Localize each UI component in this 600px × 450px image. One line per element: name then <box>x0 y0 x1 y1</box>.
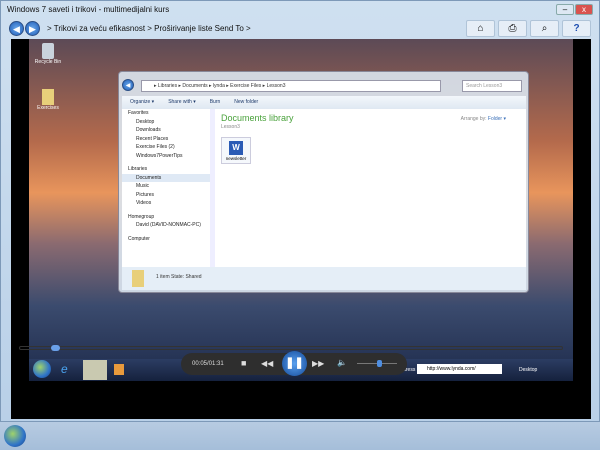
new-folder-button[interactable]: New folder <box>234 99 258 105</box>
nav-item[interactable]: Recent Places <box>122 135 210 144</box>
windows-taskbar <box>0 422 600 450</box>
desktop-toolbar[interactable]: Desktop <box>519 367 537 373</box>
seek-handle[interactable] <box>51 345 60 351</box>
library-title: Documents library <box>221 113 294 123</box>
desktop-icon-recycle-bin: Recycle Bin <box>33 43 63 65</box>
nav-item[interactable]: Exercise Files (2) <box>122 143 210 152</box>
rewind-button[interactable]: ◀◀ <box>261 359 273 368</box>
volume-handle[interactable] <box>377 360 382 367</box>
explorer-search-input[interactable]: Search Lesson3 <box>462 80 522 92</box>
nav-computer[interactable]: Computer <box>122 235 210 244</box>
address-input[interactable]: http://www.lynda.com/ <box>417 364 502 374</box>
close-button[interactable]: x <box>575 4 593 15</box>
icon-label: Recycle Bin <box>34 59 62 65</box>
back-button[interactable]: ◀ <box>9 21 24 36</box>
explorer-toolbar: Organize ▾ Share with ▾ Burn New folder <box>122 96 526 109</box>
burn-button[interactable]: Burn <box>210 99 221 105</box>
folder-icon <box>42 89 54 105</box>
file-name: newsletter <box>225 156 247 161</box>
status-text: 1 item State: Shared <box>156 274 202 280</box>
breadcrumb: > Trikovi za veću efikasnost > Proširiva… <box>47 24 251 33</box>
minimize-button[interactable]: – <box>556 4 574 15</box>
seek-bar[interactable] <box>19 345 563 351</box>
folder-icon <box>132 270 144 287</box>
nav-item[interactable]: Downloads <box>122 126 210 135</box>
nav-item[interactable]: Pictures <box>122 191 210 200</box>
player-controls: 00:05/01:31 ■ ◀◀ ❚❚ ▶▶ 🔈 <box>181 351 407 376</box>
explorer-address-bar[interactable]: ▸ Libraries ▸ Documents ▸ lynda ▸ Exerci… <box>141 80 441 92</box>
nav-item[interactable]: Windows7PowerTips <box>122 152 210 161</box>
file-item[interactable]: Wnewsletter <box>221 137 251 164</box>
media-player-icon[interactable] <box>114 364 124 375</box>
nav-favorites[interactable]: Favorites <box>122 109 210 118</box>
nav-item[interactable]: Music <box>122 182 210 191</box>
recycle-bin-icon <box>42 43 54 59</box>
library-subtitle: Lesson3 <box>221 124 240 130</box>
nav-homegroup[interactable]: Homegroup <box>122 213 210 222</box>
icon-label: Exercises <box>37 105 59 111</box>
navigation-pane: Favorites Desktop Downloads Recent Place… <box>122 109 210 267</box>
explorer-window: ◀ ▸ Libraries ▸ Documents ▸ lynda ▸ Exer… <box>118 71 529 293</box>
arrange-value[interactable]: Folder ▾ <box>488 116 506 122</box>
file-area: Documents library Lesson3 Arrange by: Fo… <box>215 109 526 267</box>
explorer-back-button[interactable]: ◀ <box>122 79 134 91</box>
volume-icon[interactable]: 🔈 <box>337 358 347 367</box>
video-desktop: Recycle Bin Exercises ◀ ▸ Libraries ▸ Do… <box>29 39 573 381</box>
nav-item[interactable]: David (DAVID-NONMAC-PC) <box>122 221 210 230</box>
ie-icon[interactable]: e <box>61 362 68 376</box>
nav-libraries[interactable]: Libraries <box>122 165 210 174</box>
fast-forward-button[interactable]: ▶▶ <box>312 359 324 368</box>
nav-item-documents[interactable]: Documents <box>122 173 210 182</box>
volume-slider[interactable] <box>357 360 397 367</box>
organize-button[interactable]: Organize ▾ <box>130 99 154 105</box>
share-with-button[interactable]: Share with ▾ <box>168 99 196 105</box>
nav-item[interactable]: Desktop <box>122 118 210 127</box>
time-display: 00:05/01:31 <box>192 361 224 367</box>
home-icon[interactable]: ⌂ <box>466 20 495 37</box>
stop-button[interactable]: ■ <box>241 358 246 368</box>
app-window: Windows 7 saveti i trikovi - multimedija… <box>0 0 600 422</box>
status-bar: 1 item State: Shared <box>122 267 526 290</box>
explorer-taskbar-icon[interactable] <box>83 360 107 380</box>
search-icon[interactable]: ⌕ <box>530 20 559 37</box>
nav-item[interactable]: Videos <box>122 199 210 208</box>
forward-button[interactable]: ▶ <box>25 21 40 36</box>
arrange-by[interactable]: Arrange by: Folder ▾ <box>461 116 506 122</box>
nav-bar: ◀ ▶ > Trikovi za veću efikasnost > Proši… <box>1 19 600 39</box>
word-doc-icon: W <box>229 141 243 155</box>
start-button-icon[interactable] <box>4 425 26 447</box>
help-icon[interactable]: ? <box>562 20 591 37</box>
arrange-label: Arrange by: <box>460 116 487 122</box>
print-icon[interactable]: ⎙ <box>498 20 527 37</box>
pause-button[interactable]: ❚❚ <box>282 351 307 376</box>
window-title: Windows 7 saveti i trikovi - multimedija… <box>7 5 170 14</box>
desktop-icon-exercises: Exercises <box>33 89 63 111</box>
start-orb-icon[interactable] <box>33 360 51 378</box>
